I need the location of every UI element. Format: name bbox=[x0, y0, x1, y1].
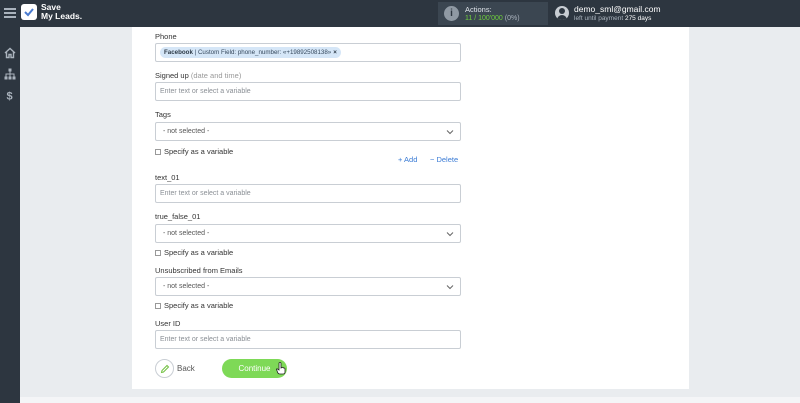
true-false-01-label: true_false_01 bbox=[155, 212, 201, 221]
actions-total: / 100'000 bbox=[474, 15, 503, 22]
unsubscribed-selected-value: - not selected - bbox=[163, 283, 210, 290]
payment-days: 275 days bbox=[624, 15, 652, 22]
unsubscribed-label: Unsubscribed from Emails bbox=[155, 266, 243, 275]
user-avatar-icon[interactable] bbox=[555, 6, 569, 20]
tags-selected-value: - not selected - bbox=[163, 128, 210, 135]
delete-button[interactable]: − Delete bbox=[430, 155, 458, 164]
home-icon[interactable] bbox=[4, 46, 16, 59]
payment-status: left until payment 275 days bbox=[574, 15, 651, 22]
hand-cursor-icon bbox=[276, 362, 286, 375]
text-01-input[interactable]: Enter text or select a variable bbox=[155, 184, 461, 203]
back-label: Back bbox=[177, 364, 195, 373]
true-false-01-variable-label: Specify as a variable bbox=[164, 248, 234, 257]
dollar-icon[interactable]: $ bbox=[4, 88, 16, 103]
true-false-01-variable-checkbox[interactable]: Specify as a variable bbox=[155, 248, 233, 257]
checkbox-icon[interactable] bbox=[155, 149, 161, 155]
tag-remove-icon[interactable]: × bbox=[333, 49, 337, 56]
chevron-down-icon bbox=[446, 130, 454, 135]
checkbox-icon[interactable] bbox=[155, 250, 161, 256]
signed-up-hint: (date and time) bbox=[190, 71, 242, 80]
user-id-label: User ID bbox=[155, 319, 181, 328]
actions-count: 11 / 100'000 (0%) bbox=[465, 15, 520, 22]
tag-source: Facebook bbox=[164, 48, 193, 56]
tags-select[interactable]: - not selected - bbox=[155, 122, 461, 141]
logo-text[interactable]: Save My Leads. bbox=[41, 3, 82, 21]
tags-variable-label: Specify as a variable bbox=[164, 147, 234, 156]
tags-variable-checkbox[interactable]: Specify as a variable bbox=[155, 147, 233, 156]
unsubscribed-select[interactable]: - not selected - bbox=[155, 277, 461, 296]
true-false-01-select[interactable]: - not selected - bbox=[155, 224, 461, 243]
add-button[interactable]: + Add bbox=[398, 155, 417, 164]
signed-up-label: Signed up (date and time) bbox=[155, 71, 241, 80]
phone-label: Phone bbox=[155, 32, 177, 41]
signed-up-input[interactable]: Enter text or select a variable bbox=[155, 82, 461, 101]
user-id-input[interactable]: Enter text or select a variable bbox=[155, 330, 461, 349]
top-bar: Save My Leads. i Actions: 11 / 100'000 (… bbox=[0, 0, 800, 27]
sidebar: $ bbox=[0, 27, 20, 403]
checkbox-icon[interactable] bbox=[155, 303, 161, 309]
text-01-label: text_01 bbox=[155, 173, 180, 182]
chevron-down-icon bbox=[446, 285, 454, 290]
unsubscribed-variable-checkbox[interactable]: Specify as a variable bbox=[155, 301, 233, 310]
payment-prefix: left until payment bbox=[574, 15, 624, 22]
chevron-down-icon bbox=[446, 232, 454, 237]
actions-counter: i Actions: 11 / 100'000 (0%) bbox=[438, 2, 548, 25]
true-false-01-selected-value: - not selected - bbox=[163, 230, 210, 237]
hamburger-menu-icon[interactable] bbox=[4, 6, 16, 20]
logo-line-2: My Leads. bbox=[41, 11, 83, 21]
user-email[interactable]: demo_sml@gmail.com bbox=[574, 4, 661, 14]
actions-label: Actions: bbox=[465, 5, 492, 14]
pencil-icon[interactable] bbox=[155, 359, 174, 378]
tag-text: | Custom Field: phone_number: «+19892508… bbox=[194, 48, 332, 56]
unsubscribed-variable-label: Specify as a variable bbox=[164, 301, 234, 310]
info-icon: i bbox=[444, 6, 459, 21]
signed-up-label-text: Signed up bbox=[155, 71, 189, 80]
logo-check-icon[interactable] bbox=[21, 4, 37, 20]
actions-used: 11 bbox=[465, 15, 473, 22]
phone-variable-tag: Facebook | Custom Field: phone_number: «… bbox=[160, 47, 341, 58]
svg-text:$: $ bbox=[7, 91, 13, 102]
actions-percent: (0%) bbox=[504, 15, 520, 22]
bottom-strip bbox=[20, 397, 800, 403]
tags-label: Tags bbox=[155, 110, 171, 119]
sitemap-icon[interactable] bbox=[4, 67, 16, 80]
